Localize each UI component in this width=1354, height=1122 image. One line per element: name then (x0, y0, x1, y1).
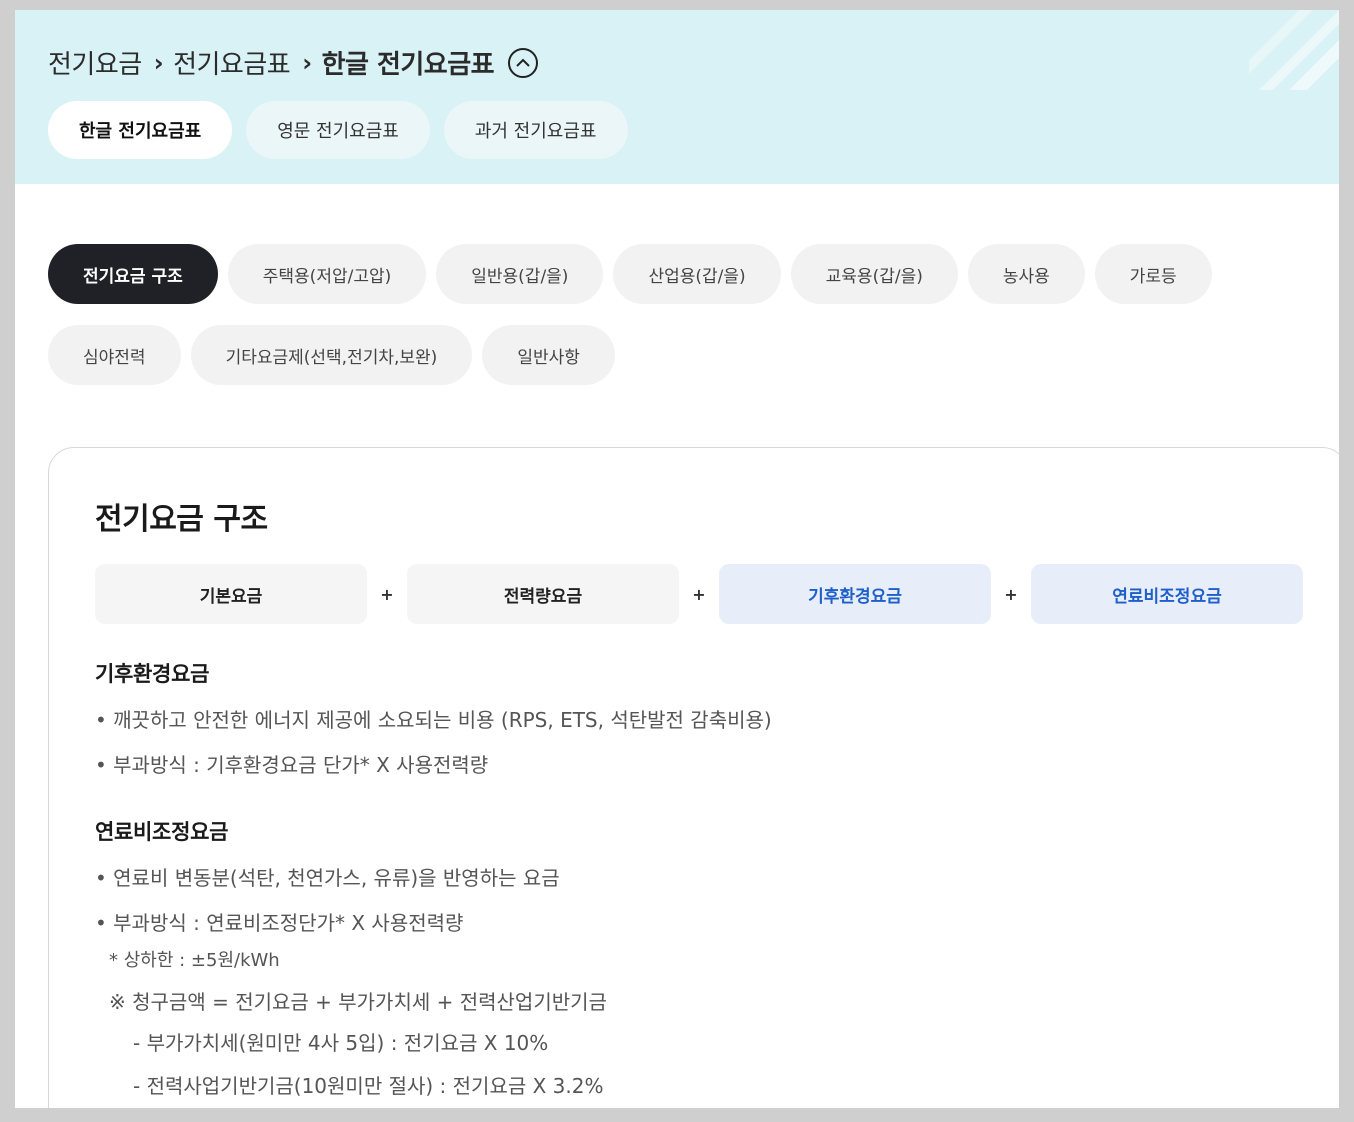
plus-sign: + (1004, 584, 1018, 604)
collapse-button[interactable] (508, 47, 539, 78)
tab-past-rates[interactable]: 과거 전기요금표 (443, 101, 628, 159)
card-title: 전기요금 구조 (95, 502, 268, 537)
tab-english-rates[interactable]: 영문 전기요금표 (246, 101, 430, 159)
hero-header: 전기요금 › 전기요금표 › 한글 전기요금표 한글 전기요금표 영문 전기요금… (15, 10, 1339, 184)
fuel-bullet: • 부과방식 : 연료비조정단가* X 사용전력량 (95, 911, 464, 935)
formula-climate-charge: 기후환경요금 (719, 564, 991, 624)
chevron-up-icon (516, 58, 530, 67)
category-other-plans[interactable]: 기타요금제(선택,전기차,보완) (190, 325, 473, 385)
decorative-stripes (1249, 10, 1339, 90)
climate-section-title: 기후환경요금 (95, 662, 210, 686)
category-late-night[interactable]: 심야전력 (48, 325, 181, 385)
page: 전기요금 › 전기요금표 › 한글 전기요금표 한글 전기요금표 영문 전기요금… (15, 10, 1339, 1108)
content-card: 전기요금 구조 기본요금 + 전력량요금 + 기후환경요금 + 연료비조정요금 … (48, 447, 1339, 1108)
category-structure[interactable]: 전기요금 구조 (48, 244, 218, 304)
breadcrumb-separator: › (302, 48, 312, 77)
rate-formula: 기본요금 + 전력량요금 + 기후환경요금 + 연료비조정요금 (95, 564, 1303, 624)
category-tabs: 전기요금 구조 주택용(저압/고압) 일반용(갑/을) 산업용(갑/을) 교육용… (48, 244, 1278, 385)
climate-bullet: • 부과방식 : 기후환경요금 단가* X 사용전력량 (95, 753, 489, 777)
formula-energy-charge: 전력량요금 (407, 564, 679, 624)
climate-bullet: • 깨끗하고 안전한 에너지 제공에 소요되는 비용 (RPS, ETS, 석탄… (95, 708, 772, 732)
category-agricultural[interactable]: 농사용 (967, 244, 1085, 304)
language-tabs: 한글 전기요금표 영문 전기요금표 과거 전기요금표 (48, 101, 628, 159)
fuel-bullet: • 연료비 변동분(석탄, 천연가스, 유류)을 반영하는 요금 (95, 866, 560, 890)
formula-base-charge: 기본요금 (95, 564, 367, 624)
category-general[interactable]: 일반용(갑/을) (436, 244, 604, 304)
tab-korean-rates[interactable]: 한글 전기요금표 (48, 101, 233, 159)
fuel-section: 연료비조정요금 • 연료비 변동분(석탄, 천연가스, 유류)을 반영하는 요금… (95, 816, 607, 1108)
breadcrumb-separator: › (153, 48, 164, 77)
plus-sign: + (692, 584, 706, 604)
fuel-section-title: 연료비조정요금 (95, 820, 229, 844)
billing-notice: ※ 청구금액 = 전기요금 + 부가가치세 + 전력산업기반기금 (109, 990, 607, 1014)
category-general-info[interactable]: 일반사항 (482, 325, 615, 385)
fund-note: - 전력사업기반기금(10원미만 절사) : 전기요금 X 3.2% (133, 1074, 604, 1098)
category-streetlight[interactable]: 가로등 (1094, 244, 1212, 304)
category-educational[interactable]: 교육용(갑/을) (790, 244, 958, 304)
category-residential[interactable]: 주택용(저압/고압) (227, 244, 427, 304)
climate-section: 기후환경요금 • 깨끗하고 안전한 에너지 제공에 소요되는 비용 (RPS, … (95, 658, 772, 794)
breadcrumb-item-rates[interactable]: 전기요금표 (173, 44, 291, 81)
fuel-limit-note: * 상하한 : ±5원/kWh (109, 950, 280, 971)
plus-sign: + (380, 584, 394, 604)
vat-note: - 부가가치세(원미만 4사 5입) : 전기요금 X 10% (133, 1031, 549, 1055)
breadcrumb-item-home[interactable]: 전기요금 (48, 44, 142, 81)
category-industrial[interactable]: 산업용(갑/을) (613, 244, 781, 304)
formula-fuel-adjustment: 연료비조정요금 (1031, 564, 1303, 624)
breadcrumb-current: 한글 전기요금표 (321, 50, 495, 80)
breadcrumb: 전기요금 › 전기요금표 › 한글 전기요금표 (48, 44, 539, 81)
